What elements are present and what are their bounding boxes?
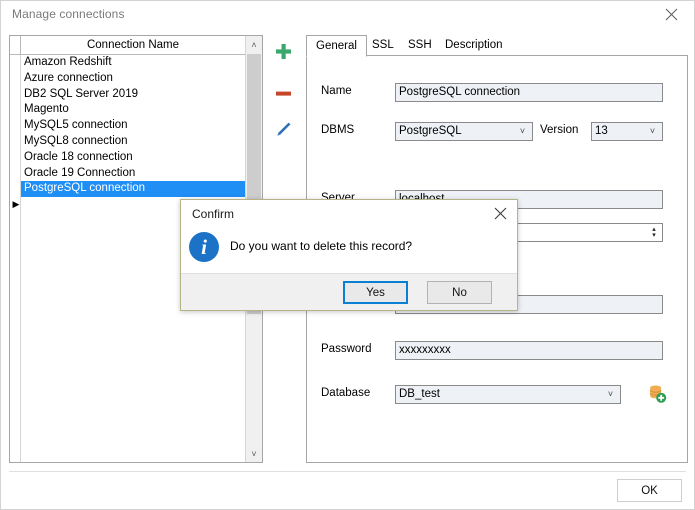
dbms-select[interactable]: PostgreSQL ˅	[395, 122, 533, 141]
row-gutter	[10, 55, 21, 462]
header-gutter	[10, 36, 21, 54]
dbms-select-value: PostgreSQL	[399, 125, 462, 137]
add-connection-button[interactable]	[269, 37, 297, 65]
version-label: Version	[540, 124, 579, 136]
name-input[interactable]: PostgreSQL connection	[395, 83, 663, 102]
password-input[interactable]: xxxxxxxxx	[395, 341, 663, 360]
confirm-dialog-close-icon[interactable]	[483, 200, 517, 226]
stepper-arrows-icon[interactable]: ▴ ▾	[648, 225, 660, 240]
confirm-dialog-title: Confirm	[192, 207, 235, 221]
stepper-down-icon[interactable]: ▾	[652, 232, 656, 239]
scroll-down-icon[interactable]: ˅	[246, 445, 262, 462]
list-item[interactable]: MySQL5 connection	[21, 118, 245, 134]
list-item[interactable]: MySQL8 connection	[21, 134, 245, 150]
version-select-value: 13	[595, 125, 608, 137]
list-item[interactable]: Oracle 19 Connection	[21, 166, 245, 182]
list-item-selected[interactable]: PostgreSQL connection	[21, 181, 245, 198]
chevron-down-icon: ˅	[649, 126, 656, 136]
database-add-icon	[649, 385, 667, 403]
footer-divider	[9, 471, 686, 472]
field-row-database: Database DB_test ˅	[307, 385, 687, 405]
database-select[interactable]: DB_test ˅	[395, 385, 621, 404]
tab-ssh[interactable]: SSH	[399, 35, 441, 56]
plus-icon	[275, 43, 291, 59]
dbms-label: DBMS	[321, 124, 355, 136]
yes-button[interactable]: Yes	[343, 281, 408, 304]
confirm-dialog-message: Do you want to delete this record?	[230, 239, 413, 253]
close-icon[interactable]	[652, 1, 690, 28]
tab-strip: General SSL SSH Description	[306, 35, 688, 57]
version-select[interactable]: 13 ˅	[591, 122, 663, 141]
ok-button[interactable]: OK	[617, 479, 682, 502]
field-row-dbms: DBMS PostgreSQL ˅ Version 13 ˅	[307, 122, 687, 142]
field-row-password: Password xxxxxxxxx	[307, 341, 687, 361]
remove-connection-button[interactable]	[269, 79, 297, 107]
edit-connection-button[interactable]	[269, 116, 297, 144]
tab-ssl[interactable]: SSL	[363, 35, 403, 56]
pencil-icon	[277, 122, 291, 136]
confirm-dialog: Confirm Yes No	[180, 199, 518, 311]
window-title: Manage connections	[12, 7, 125, 21]
info-icon: i	[189, 232, 219, 262]
list-item[interactable]: Azure connection	[21, 71, 245, 87]
password-label: Password	[321, 343, 372, 355]
column-header-connection-name[interactable]: Connection Name	[21, 36, 245, 54]
chevron-down-icon: ˅	[519, 126, 526, 136]
list-toolbar	[269, 35, 299, 155]
scroll-up-icon[interactable]: ˄	[246, 36, 262, 53]
connection-list-header: Connection Name	[10, 36, 262, 55]
database-label: Database	[321, 387, 371, 399]
tab-description[interactable]: Description	[436, 35, 512, 56]
confirm-dialog-button-bar: Yes No	[181, 273, 517, 310]
list-item[interactable]: Magento	[21, 102, 245, 118]
current-row-marker-icon: ▶	[12, 199, 20, 209]
name-label: Name	[321, 85, 352, 97]
list-item[interactable]: Amazon Redshift	[21, 55, 245, 71]
minus-icon	[275, 91, 291, 96]
list-item[interactable]: DB2 SQL Server 2019	[21, 87, 245, 103]
chevron-down-icon: ˅	[607, 389, 614, 399]
database-select-value: DB_test	[399, 388, 440, 400]
window-titlebar: Manage connections	[1, 1, 694, 28]
list-item[interactable]: Oracle 18 connection	[21, 150, 245, 166]
tab-general[interactable]: General	[306, 35, 367, 57]
no-button[interactable]: No	[427, 281, 492, 304]
create-database-button[interactable]	[647, 384, 667, 404]
manage-connections-window: Manage connections Connection Name Amazo…	[0, 0, 695, 510]
field-row-name: Name PostgreSQL connection	[307, 83, 687, 103]
